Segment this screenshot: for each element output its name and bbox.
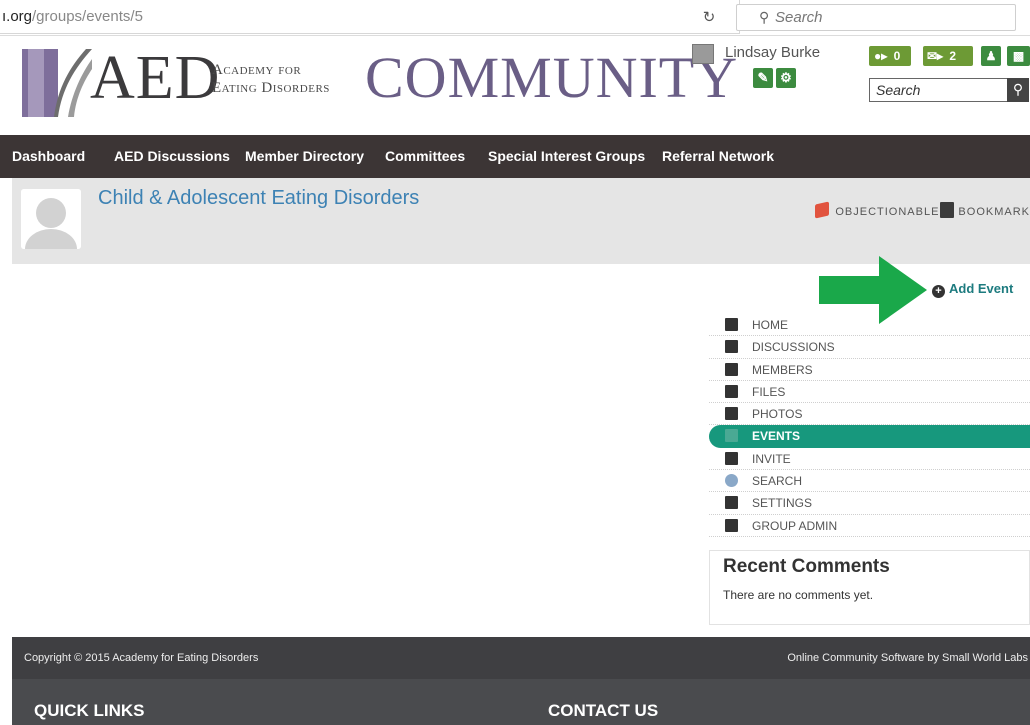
member-card-icon [725,362,738,376]
site-search-box[interactable]: Search ⚲ [869,78,1029,102]
menu-item-files[interactable]: FILES [709,381,1030,404]
url-host: ı.org [2,8,33,25]
home-icon [725,318,738,331]
menu-item-photos[interactable]: PHOTOS [709,403,1030,426]
envelope-icon: ✉▸ [927,49,944,63]
gear-icon[interactable]: ⚙ [776,68,796,88]
menu-item-discussions[interactable]: DISCUSSIONS [709,336,1030,359]
browser-search-placeholder: Search [775,9,823,26]
messages-count: 2 [949,49,957,63]
menu-item-label: SEARCH [752,474,803,489]
bookmark-icon[interactable] [940,202,955,218]
nav-member-directory[interactable]: Member Directory [245,135,364,178]
logo-subtitle-line2: Eating Disorders [212,80,330,96]
browser-search-box[interactable]: ⚲ Search [736,4,1016,31]
group-avatar [21,189,81,249]
browser-toolbar: ı.org/groups/events/5 ↻ ⚲ Search [0,0,1030,36]
footer-bar: Copyright © 2015 Academy for Eating Diso… [12,637,1030,679]
recent-comments-title: Recent Comments [723,556,890,577]
site-search-button-icon[interactable]: ⚲ [1007,78,1029,102]
menu-item-label: SETTINGS [752,496,813,511]
add-event-label: Add Event [949,281,1014,296]
people-icon: ●▸ [874,49,888,63]
site-header: AED Academy for Eating Disorders COMMUNI… [0,37,1030,135]
menu-item-label: GROUP ADMIN [752,518,838,533]
default-avatar-icon [21,189,81,249]
camera-icon [725,407,738,421]
group-admin-icon [725,518,738,532]
nav-special-interest-groups[interactable]: Special Interest Groups [488,135,645,178]
quick-links-heading: QUICK LINKS [34,701,145,720]
logo-subtitle-line1: Academy for [212,62,302,78]
software-credit-link[interactable]: Online Community Software by Small World… [787,652,1028,664]
menu-item-search[interactable]: SEARCH [709,470,1030,493]
profile-icon[interactable]: ♟ [981,46,1001,66]
plus-circle-icon: + [932,285,945,298]
edit-profile-icon[interactable]: ✎ [753,68,773,88]
main-navigation: Dashboard AED Discussions Member Directo… [0,135,1030,178]
menu-item-label: PHOTOS [752,407,803,422]
menu-item-label: INVITE [752,451,791,466]
url-path: /groups/events/5 [32,8,143,25]
menu-item-members[interactable]: MEMBERS [709,359,1030,381]
speech-bubble-icon [725,340,738,354]
footer-links: QUICK LINKS CONTACT US [12,679,1030,725]
menu-item-group-admin[interactable]: GROUP ADMIN [709,515,1030,537]
nav-dashboard[interactable]: Dashboard [12,135,85,178]
logo-aed: AED [90,44,221,112]
flag-icon[interactable] [815,201,830,219]
lock-icon[interactable]: ▩ [1007,46,1030,66]
magnifier-icon [725,474,738,488]
copyright-text: Copyright © 2015 Academy for Eating Diso… [24,652,259,664]
bookmark-link[interactable]: BOOKMARK [958,206,1030,218]
nav-committees[interactable]: Committees [385,135,465,178]
menu-item-label: HOME [752,318,788,332]
logo-community: COMMUNITY [365,45,739,110]
user-avatar[interactable] [692,44,714,64]
logo-subtitle: Academy for Eating Disorders [212,61,330,97]
add-event-button[interactable]: + Add Event [932,281,1013,298]
menu-item-settings[interactable]: SETTINGS [709,492,1030,515]
nav-referral-network[interactable]: Referral Network [662,135,774,178]
group-title[interactable]: Child & Adolescent Eating Disorders [98,187,419,210]
logo-leaf-icon [22,49,92,117]
group-banner: Child & Adolescent Eating Disorders OBJE… [12,178,1030,264]
reload-icon[interactable]: ↻ [698,8,720,28]
group-actions: OBJECTIONABLE BOOKMARK [815,201,1030,222]
menu-item-label: EVENTS [752,429,801,444]
connections-notification[interactable]: ●▸ 0 [869,46,911,66]
contact-us-heading: CONTACT US [548,701,659,720]
wrench-icon [725,496,738,510]
menu-item-invite[interactable]: INVITE [709,448,1030,471]
menu-item-label: DISCUSSIONS [752,340,835,355]
menu-item-home[interactable]: HOME [709,314,1030,337]
menu-item-events[interactable]: EVENTS [709,425,1030,448]
calendar-icon [725,429,738,443]
site-search-placeholder: Search [876,82,921,98]
group-side-menu: HOME DISCUSSIONS MEMBERS FILES PHOTOS EV… [709,314,1030,537]
nav-aed-discussions[interactable]: AED Discussions [114,135,230,178]
recent-comments-panel: Recent Comments There are no comments ye… [709,550,1030,625]
objectionable-link[interactable]: OBJECTIONABLE [835,206,939,218]
search-icon: ⚲ [759,9,770,25]
recent-comments-empty: There are no comments yet. [723,588,874,602]
menu-item-label: MEMBERS [752,362,813,377]
menu-item-label: FILES [752,384,786,399]
user-name-link[interactable]: Lindsay Burke [725,44,820,61]
address-bar[interactable]: ı.org/groups/events/5 [0,0,740,34]
connections-count: 0 [893,49,901,63]
files-icon [725,384,738,398]
invite-icon [725,451,738,465]
messages-notification[interactable]: ✉▸ 2 [923,46,973,66]
